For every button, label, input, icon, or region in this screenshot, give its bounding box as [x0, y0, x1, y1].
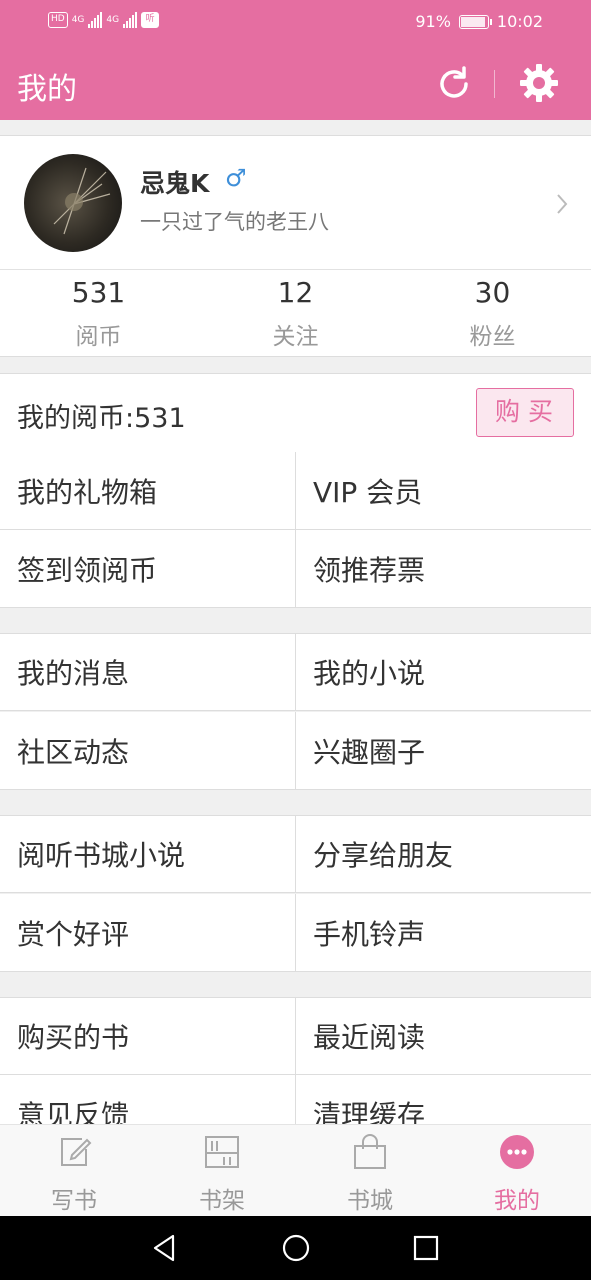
clock: 10:02: [496, 12, 543, 31]
network-4g-label-2: 4G: [106, 15, 120, 25]
bottom-nav: 写书 书架 书城 我的: [0, 1124, 591, 1216]
tab-label: 书城: [347, 1188, 393, 1214]
page-title: 我的: [17, 72, 77, 107]
app-header: 我的: [0, 46, 591, 120]
buy-button[interactable]: 购买: [476, 388, 574, 437]
more-dots-icon: [500, 1135, 534, 1169]
system-nav-bar: [0, 1216, 591, 1280]
shopping-bag-icon: [354, 1134, 386, 1169]
menu-interest-circles[interactable]: 兴趣圈子: [295, 712, 590, 789]
recents-icon[interactable]: [410, 1232, 442, 1264]
menu-row: 签到领阅币 领推荐票: [0, 530, 591, 608]
menu-row: 阅听书城小说 分享给朋友: [0, 815, 591, 893]
menu-share[interactable]: 分享给朋友: [295, 816, 590, 892]
menu-messages[interactable]: 我的消息: [0, 634, 295, 710]
status-left: HD 4G 4G 听: [48, 12, 160, 28]
app-notification-icon: 听: [141, 12, 160, 28]
menu-gift-box[interactable]: 我的礼物箱: [0, 452, 295, 529]
menu-purchased-books[interactable]: 购买的书: [0, 998, 295, 1074]
stat-label: 粉丝: [469, 324, 516, 350]
menu-row: 社区动态 兴趣圈子: [0, 712, 591, 790]
menu-my-novels[interactable]: 我的小说: [295, 634, 590, 710]
avatar[interactable]: [24, 154, 122, 252]
menu-recommend-ticket[interactable]: 领推荐票: [295, 530, 590, 607]
refresh-icon[interactable]: [434, 64, 474, 104]
menu-checkin[interactable]: 签到领阅币: [0, 530, 295, 607]
back-icon[interactable]: [149, 1232, 181, 1264]
stat-value: 531: [71, 276, 126, 309]
bookshelf-icon: [205, 1136, 239, 1168]
menu-community[interactable]: 社区动态: [0, 712, 295, 789]
chevron-right-icon[interactable]: [552, 190, 572, 218]
tab-bookshelf[interactable]: 书架: [148, 1125, 296, 1217]
stat-following[interactable]: 12 关注: [197, 276, 394, 351]
network-4g-label-1: 4G: [71, 15, 85, 25]
hd-badge: HD: [48, 12, 68, 28]
battery-percent: 91%: [415, 12, 451, 31]
user-bio: 一只过了气的老王八: [140, 210, 329, 234]
signal-icon-1: [88, 12, 103, 28]
status-right: 91% 10:02: [415, 12, 543, 31]
coin-balance-label: 我的阅币:531: [17, 403, 186, 434]
battery-icon: [458, 14, 492, 29]
stat-label: 关注: [272, 324, 319, 350]
tab-label: 我的: [494, 1188, 540, 1214]
stat-value: 30: [474, 276, 511, 309]
tab-label: 书架: [199, 1188, 245, 1214]
tab-write[interactable]: 写书: [0, 1125, 148, 1217]
tab-mine[interactable]: 我的: [443, 1125, 591, 1217]
profile-card[interactable]: 忌鬼K ♂ 一只过了气的老王八 531 阅币 12 关注 30 粉丝: [0, 135, 591, 357]
menu-row: 购买的书 最近阅读: [0, 997, 591, 1075]
stat-value: 12: [277, 276, 314, 309]
menu-row: 赏个好评 手机铃声: [0, 894, 591, 972]
male-gender-icon: ♂: [225, 164, 247, 192]
menu-rate[interactable]: 赏个好评: [0, 894, 295, 971]
signal-icon-2: [123, 12, 138, 28]
menu-recent-reading[interactable]: 最近阅读: [295, 998, 590, 1074]
divider: [0, 269, 591, 270]
tab-bookstore[interactable]: 书城: [296, 1125, 444, 1217]
menu-row: 我的礼物箱 VIP 会员: [0, 452, 591, 530]
stat-followers[interactable]: 30 粉丝: [394, 276, 591, 351]
menu-row: 我的消息 我的小说: [0, 633, 591, 711]
header-divider: [494, 70, 495, 98]
stat-coins[interactable]: 531 阅币: [0, 276, 197, 351]
gear-icon[interactable]: [518, 62, 560, 104]
menu-bookstore[interactable]: 阅听书城小说: [0, 816, 295, 892]
status-bar: HD 4G 4G 听 91% 10:02: [0, 0, 591, 46]
coins-row: 我的阅币:531 购买: [0, 373, 591, 453]
home-icon[interactable]: [280, 1232, 312, 1264]
user-name: 忌鬼K: [140, 169, 210, 198]
stat-label: 阅币: [75, 324, 122, 350]
menu-vip[interactable]: VIP 会员: [295, 452, 590, 529]
tab-label: 写书: [51, 1188, 97, 1214]
menu-ringtone[interactable]: 手机铃声: [295, 894, 590, 971]
edit-icon: [61, 1138, 92, 1166]
